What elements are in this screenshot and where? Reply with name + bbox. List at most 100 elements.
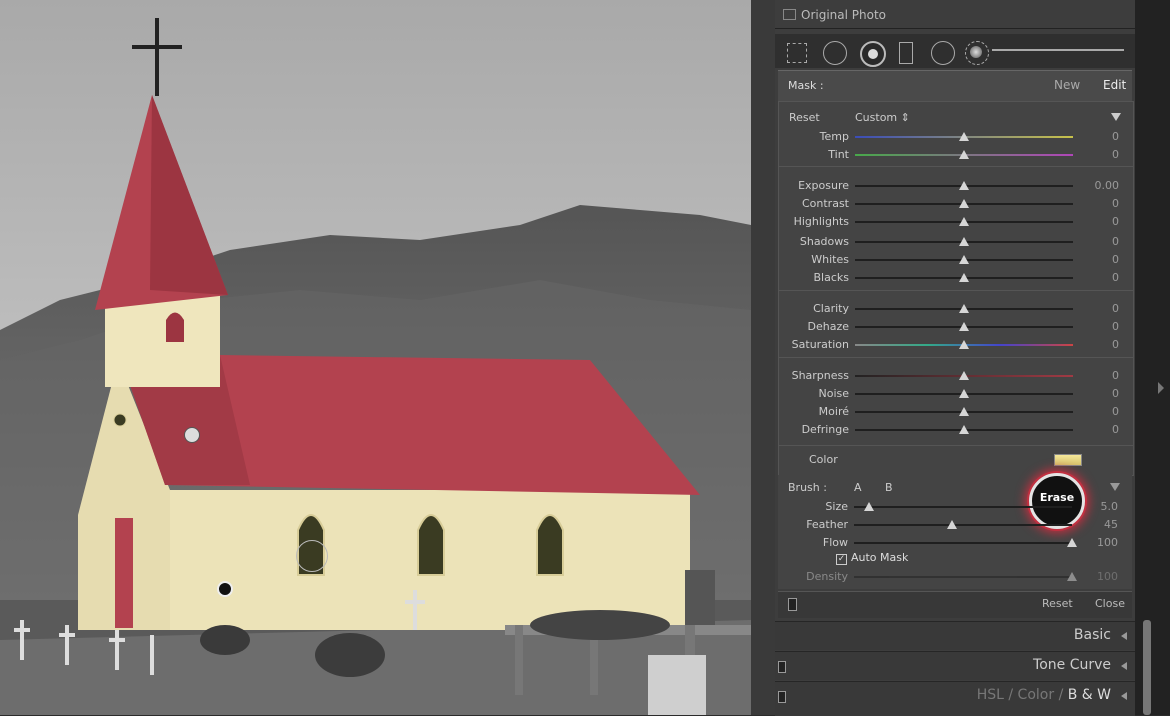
brush-b-tab[interactable]: B xyxy=(885,481,893,494)
slider-whites[interactable]: Whites 0 xyxy=(779,251,1133,269)
slider-saturation[interactable]: Saturation 0 xyxy=(779,336,1133,354)
toggle-switch-icon[interactable] xyxy=(778,691,786,703)
slider-highlights[interactable]: Highlights 0 xyxy=(779,213,1133,231)
slider-value[interactable]: 0 xyxy=(1112,423,1119,436)
section-hsl[interactable]: HSL / Color / B & W xyxy=(775,681,1135,716)
original-photo-row[interactable]: Original Photo xyxy=(775,0,1135,29)
slider-value[interactable]: 0 xyxy=(1112,387,1119,400)
slider-thumb[interactable] xyxy=(1067,538,1077,547)
tool-slider-track[interactable] xyxy=(992,49,1124,51)
brush-slider-size[interactable]: Size 5.0 xyxy=(778,498,1132,516)
slider-shadows[interactable]: Shadows 0 xyxy=(779,233,1133,251)
slider-sharpness[interactable]: Sharpness 0 xyxy=(779,367,1133,385)
slider-thumb[interactable] xyxy=(959,273,969,282)
slider-clarity[interactable]: Clarity 0 xyxy=(779,300,1133,318)
slider-track[interactable] xyxy=(854,524,1072,526)
slider-value[interactable]: 0 xyxy=(1112,338,1119,351)
slider-moir[interactable]: Moiré 0 xyxy=(779,403,1133,421)
slider-label: Exposure xyxy=(798,179,849,192)
slider-thumb[interactable] xyxy=(959,150,969,159)
slider-value[interactable]: 100 xyxy=(1097,570,1118,583)
slider-tint[interactable]: Tint 0 xyxy=(779,146,1133,164)
brush-slider-flow[interactable]: Flow 100 xyxy=(778,534,1132,552)
toggle-switch-icon[interactable] xyxy=(778,661,786,673)
graduated-filter-tool-icon[interactable] xyxy=(899,42,913,64)
checkbox-icon[interactable] xyxy=(783,9,796,20)
tab-bw[interactable]: B & W xyxy=(1068,687,1111,703)
section-basic[interactable]: Basic xyxy=(775,621,1135,650)
slider-thumb[interactable] xyxy=(959,255,969,264)
adjustment-brush-tool-icon[interactable] xyxy=(965,41,989,65)
brush-slider-feather[interactable]: Feather 45 xyxy=(778,516,1132,534)
active-mask-pin[interactable] xyxy=(217,581,233,597)
slider-value[interactable]: 0 xyxy=(1112,130,1119,143)
brush-slider-density[interactable]: Density 100 xyxy=(778,568,1132,586)
auto-mask-checkbox[interactable]: ✓ Auto Mask xyxy=(836,551,908,565)
color-swatch[interactable] xyxy=(1054,454,1082,466)
slider-blacks[interactable]: Blacks 0 xyxy=(779,269,1133,287)
close-button[interactable]: Close xyxy=(1095,597,1125,610)
section-tone-curve[interactable]: Tone Curve xyxy=(775,651,1135,680)
slider-thumb[interactable] xyxy=(864,502,875,511)
slider-thumb[interactable] xyxy=(959,304,969,313)
slider-thumb[interactable] xyxy=(959,389,969,398)
scrollbar[interactable] xyxy=(1143,620,1151,715)
slider-track[interactable] xyxy=(854,542,1072,544)
slider-value[interactable]: 5.0 xyxy=(1101,500,1119,513)
slider-thumb[interactable] xyxy=(959,340,969,349)
slider-value[interactable]: 0 xyxy=(1112,271,1119,284)
slider-thumb[interactable] xyxy=(959,181,969,190)
slider-value[interactable]: 0 xyxy=(1112,215,1119,228)
slider-value[interactable]: 0 xyxy=(1112,253,1119,266)
slider-noise[interactable]: Noise 0 xyxy=(779,385,1133,403)
mask-pin[interactable] xyxy=(184,427,200,443)
slider-thumb[interactable] xyxy=(959,371,969,380)
reset-button[interactable]: Reset xyxy=(1042,597,1073,610)
slider-contrast[interactable]: Contrast 0 xyxy=(779,195,1133,213)
slider-value[interactable]: 0.00 xyxy=(1095,179,1120,192)
slider-value[interactable]: 45 xyxy=(1104,518,1118,531)
spot-removal-tool-icon[interactable] xyxy=(823,41,847,65)
tab-hsl[interactable]: HSL xyxy=(977,687,1004,703)
slider-dehaze[interactable]: Dehaze 0 xyxy=(779,318,1133,336)
slider-temp[interactable]: Temp 0 xyxy=(779,128,1133,146)
photo-canvas[interactable] xyxy=(0,0,751,715)
slider-thumb[interactable] xyxy=(947,520,958,529)
slider-label: Dehaze xyxy=(807,320,850,333)
effect-reset[interactable]: Reset xyxy=(789,111,820,124)
radial-filter-tool-icon[interactable] xyxy=(931,41,955,65)
brush-collapse-icon[interactable] xyxy=(1110,483,1120,491)
panel-toggle-arrow-icon[interactable] xyxy=(1158,382,1164,394)
slider-thumb[interactable] xyxy=(959,217,969,226)
tab-color[interactable]: Color xyxy=(1018,687,1055,703)
red-eye-tool-icon[interactable] xyxy=(860,41,886,67)
slider-value[interactable]: 100 xyxy=(1097,536,1118,549)
crop-tool-icon[interactable] xyxy=(787,43,807,63)
toggle-switch-icon[interactable] xyxy=(788,598,797,611)
slider-thumb[interactable] xyxy=(959,322,969,331)
slider-value[interactable]: 0 xyxy=(1112,302,1119,315)
slider-value[interactable]: 0 xyxy=(1112,369,1119,382)
mask-edit-button[interactable]: Edit xyxy=(1103,78,1126,92)
slider-value[interactable]: 0 xyxy=(1112,148,1119,161)
slider-value[interactable]: 0 xyxy=(1112,405,1119,418)
slider-value[interactable]: 0 xyxy=(1112,197,1119,210)
effect-preset-dropdown[interactable]: Custom ⇕ xyxy=(855,111,910,124)
brush-a-tab[interactable]: A xyxy=(854,481,862,494)
slider-exposure[interactable]: Exposure 0.00 xyxy=(779,177,1133,195)
slider-track[interactable] xyxy=(854,576,1072,578)
slider-thumb[interactable] xyxy=(959,237,969,246)
slider-value[interactable]: 0 xyxy=(1112,320,1119,333)
slider-thumb[interactable] xyxy=(959,132,969,141)
panel-bottom-bar: Reset Close xyxy=(778,591,1132,618)
slider-defringe[interactable]: Defringe 0 xyxy=(779,421,1133,439)
slider-track[interactable] xyxy=(854,506,1072,508)
slider-thumb[interactable] xyxy=(1067,572,1077,581)
slider-thumb[interactable] xyxy=(959,425,969,434)
slider-value[interactable]: 0 xyxy=(1112,235,1119,248)
section-basic-title: Basic xyxy=(1073,627,1111,643)
collapse-triangle-icon[interactable] xyxy=(1111,113,1121,121)
mask-new-button[interactable]: New xyxy=(1054,78,1080,92)
slider-thumb[interactable] xyxy=(959,407,969,416)
slider-thumb[interactable] xyxy=(959,199,969,208)
